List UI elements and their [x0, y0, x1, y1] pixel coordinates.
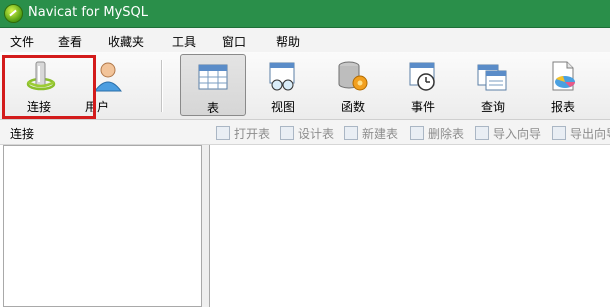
query-button[interactable]: 查询 [460, 54, 526, 116]
pane-splitter[interactable] [202, 145, 209, 307]
report-icon [552, 61, 575, 91]
function-icon [338, 61, 368, 91]
menu-view[interactable]: 查看 [58, 33, 82, 50]
query-icon [477, 64, 507, 91]
table-icon [198, 64, 228, 90]
window-title: Navicat for MySQL [28, 5, 148, 20]
view-button[interactable]: 视图 [250, 54, 316, 116]
export-wizard-icon [552, 126, 566, 140]
delete-table-icon [410, 126, 424, 140]
import-wizard-icon [475, 126, 489, 140]
query-label: 查询 [480, 100, 505, 114]
object-list-pane[interactable] [209, 145, 610, 307]
view-label: 视图 [270, 100, 295, 114]
event-label: 事件 [410, 100, 435, 114]
user-icon [94, 62, 122, 92]
report-label: 报表 [550, 100, 575, 114]
design-table-button[interactable]: 设计表 [280, 125, 334, 142]
connection-highlight-box [2, 55, 96, 119]
menu-bar: 文件 查看 收藏夹 工具 窗口 帮助 [0, 28, 610, 52]
import-wizard-button[interactable]: 导入向导 [475, 125, 541, 142]
connection-tree-pane[interactable] [3, 145, 202, 307]
open-table-icon [216, 126, 230, 140]
menu-file[interactable]: 文件 [10, 33, 34, 50]
table-button[interactable]: 表 [180, 54, 246, 116]
design-table-icon [280, 126, 294, 140]
view-icon [269, 62, 295, 91]
connection-pane-title: 连接 [10, 127, 35, 141]
table-label: 表 [206, 101, 219, 115]
delete-table-button[interactable]: 删除表 [410, 125, 464, 142]
report-button[interactable]: 报表 [530, 54, 596, 116]
new-table-icon [344, 126, 358, 140]
toolbar-separator [161, 60, 163, 112]
menu-window[interactable]: 窗口 [222, 33, 246, 50]
function-button[interactable]: 函数 [320, 54, 386, 116]
title-bar: Navicat for MySQL [0, 0, 610, 28]
function-label: 函数 [340, 100, 365, 114]
open-table-button[interactable]: 打开表 [216, 125, 270, 142]
event-button[interactable]: 事件 [390, 54, 456, 116]
menu-help[interactable]: 帮助 [276, 33, 300, 50]
object-toolbar: 连接 打开表 设计表 新建表 删除表 导入向导 导出向导 [0, 120, 610, 145]
navicat-logo-icon [4, 4, 23, 23]
new-table-button[interactable]: 新建表 [344, 125, 398, 142]
export-wizard-button[interactable]: 导出向导 [552, 125, 610, 142]
event-icon [409, 62, 435, 91]
menu-tools[interactable]: 工具 [172, 33, 196, 50]
menu-favorites[interactable]: 收藏夹 [108, 33, 144, 50]
